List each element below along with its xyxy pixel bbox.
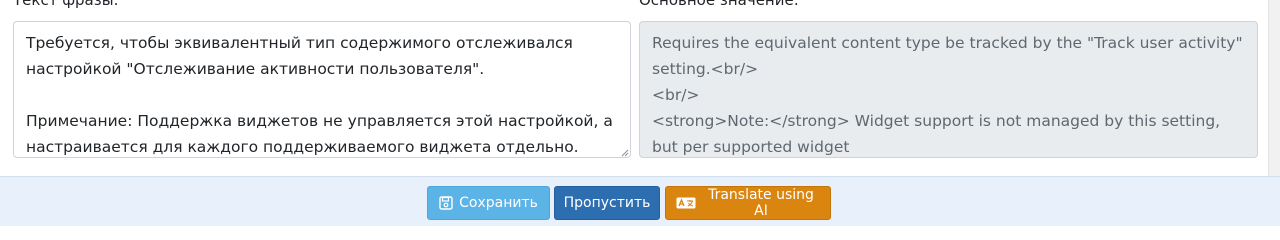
- resize-handle-icon[interactable]: [620, 148, 629, 157]
- skip-button-label: Пропустить: [563, 195, 651, 211]
- translate-ai-button[interactable]: Translate using AI: [665, 186, 831, 220]
- form-footer: Сохранить Пропустить Translate using AI: [0, 176, 1280, 226]
- save-button-label: Сохранить: [459, 195, 538, 211]
- save-button[interactable]: Сохранить: [427, 186, 550, 220]
- ai-translate-icon: [676, 197, 696, 209]
- phrase-text-label: Текст фразы:: [13, 0, 119, 9]
- master-value-display: Requires the equivalent content type be …: [639, 21, 1258, 158]
- phrase-text-input[interactable]: Требуется, чтобы эквивалентный тип содер…: [13, 21, 631, 158]
- floppy-disk-icon: [439, 196, 453, 210]
- master-value-label: Основное значение:: [639, 0, 799, 9]
- skip-button[interactable]: Пропустить: [554, 186, 660, 220]
- translate-ai-button-label: Translate using AI: [708, 187, 814, 219]
- page-scrollbar[interactable]: [1268, 0, 1280, 176]
